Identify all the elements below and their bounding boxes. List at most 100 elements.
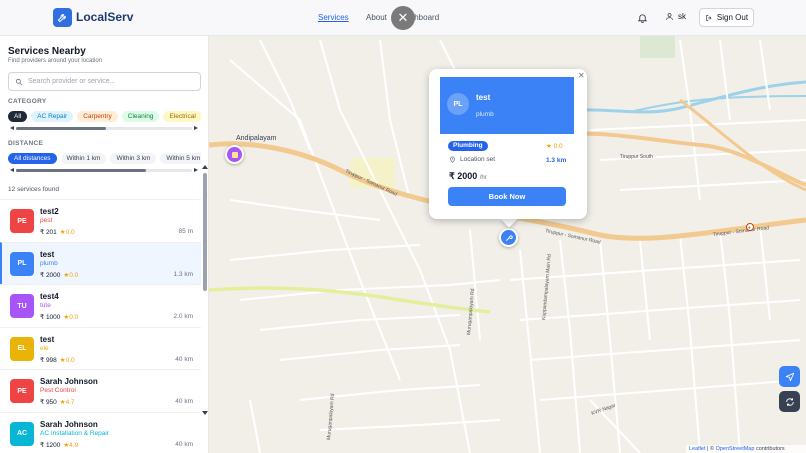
book-icon (231, 151, 238, 158)
service-rating: 0.0 (69, 271, 79, 279)
popup-price: ₹ 2000 (449, 171, 478, 181)
close-overlay-button[interactable]: ✕ (391, 6, 415, 30)
service-price-row: ₹ 1200 ★4.9 (40, 441, 78, 449)
leaflet-link[interactable]: Leaflet (689, 446, 706, 452)
svg-text:Kuppandampalayam Main Rd: Kuppandampalayam Main Rd (541, 254, 553, 320)
category-chip-all[interactable]: All (8, 111, 28, 122)
distance-chip-3km[interactable]: Within 3 km (110, 153, 157, 164)
locate-me-button[interactable] (779, 366, 800, 387)
avatar: PE (10, 379, 34, 403)
popup-location-text: Location set (460, 156, 496, 163)
nav-services[interactable]: Services (318, 13, 349, 22)
distance-chip-5km[interactable]: Within 5 km (160, 153, 201, 164)
map-marker-plumbing[interactable] (499, 228, 518, 247)
service-distance: 85 m (178, 228, 193, 235)
service-category: tute (40, 302, 51, 309)
sidebar-title: Services Nearby (8, 46, 86, 57)
service-name: test (40, 249, 55, 259)
logout-icon (706, 14, 712, 21)
search-placeholder: Search provider or service... (28, 78, 116, 85)
category-chip-cleaning[interactable]: Cleaning (121, 111, 160, 122)
map-pin-icon (450, 156, 455, 163)
services-sidebar: Services Nearby Find providers around yo… (0, 36, 209, 453)
service-price: ₹ 998 (40, 356, 57, 364)
bell-icon[interactable] (637, 11, 648, 29)
list-item[interactable]: AC Sarah Johnson AC Installation & Repai… (0, 411, 201, 453)
attribution-separator: | © (705, 446, 716, 452)
service-category: AC Installation & Repair (40, 429, 110, 437)
map-attribution: Leaflet | © OpenStreetMap contributors (686, 445, 806, 453)
brand-name[interactable]: LocalServ (76, 10, 133, 24)
map-marker-tutor[interactable] (225, 145, 244, 164)
attribution-contributors: contributors (754, 446, 785, 452)
list-item[interactable]: EL test ele ₹ 998 ★0.0 40 km (0, 326, 201, 370)
category-chip-carpentry[interactable]: Carpentry (77, 111, 118, 122)
avatar: EL (10, 336, 34, 361)
refresh-button[interactable] (779, 391, 800, 412)
osm-link[interactable]: OpenStreetMap (716, 446, 755, 452)
category-chips: All AC Repair Carpentry Cleaning Electri… (8, 111, 201, 122)
user-name: sk (678, 12, 686, 21)
list-item[interactable]: PE Sarah Johnson Pest Control ₹ 950 ★4.7 … (0, 369, 201, 412)
category-chip-ac-repair[interactable]: AC Repair (31, 111, 74, 122)
service-rating: 4.9 (69, 441, 79, 449)
avatar: TU (10, 294, 34, 318)
service-name: test4 (40, 292, 59, 301)
distance-chips: All distances Within 1 km Within 3 km Wi… (8, 153, 201, 164)
distance-chip-all[interactable]: All distances (8, 153, 57, 164)
service-category: ele (40, 344, 49, 352)
service-price: ₹ 2000 (40, 271, 61, 279)
avatar: PE (10, 209, 34, 233)
popup-location: Location set (449, 156, 495, 163)
popup-price-row: ₹ 2000 /hr (449, 171, 487, 182)
svg-text:+: + (748, 226, 752, 232)
service-rating: 0.0 (69, 314, 79, 321)
service-list: PE test2 pest ₹ 201 ★0.0 85 m PL test plu… (0, 199, 201, 453)
list-item[interactable]: PL test plumb ₹ 2000 ★0.0 1.3 km (0, 241, 201, 284)
category-scrollbar[interactable] (10, 126, 198, 131)
wrench-logo-icon (53, 8, 72, 27)
wrench-icon (505, 234, 513, 241)
service-distance: 2.0 km (173, 313, 193, 320)
user-icon (666, 13, 673, 20)
service-name: Sarah Johnson (40, 377, 98, 386)
category-label: CATEGORY (8, 98, 47, 105)
service-distance: 40 km (175, 355, 193, 363)
distance-scrollbar[interactable] (10, 168, 198, 173)
popup-category: plumb (476, 111, 494, 118)
book-now-button[interactable]: Book Now (448, 187, 566, 206)
popup-rating: 0.0 (553, 143, 563, 150)
popup-close-icon[interactable]: ✕ (578, 71, 585, 80)
service-price-row: ₹ 950 ★4.7 (40, 398, 75, 406)
nav-about[interactable]: About (366, 13, 387, 22)
sign-out-button[interactable]: Sign Out (699, 8, 754, 27)
service-rating: 0.0 (65, 356, 75, 364)
svg-text:Tiruppur South: Tiruppur South (620, 154, 653, 160)
distance-chip-1km[interactable]: Within 1 km (60, 153, 107, 164)
category-chip-electrical[interactable]: Electrical (163, 111, 201, 122)
svg-text:Muruganpalayam Rd: Muruganpalayam Rd (326, 393, 336, 440)
list-item[interactable]: PE test2 pest ₹ 201 ★0.0 85 m (0, 199, 201, 242)
place-label: Andipalayam (236, 135, 277, 142)
search-icon (15, 78, 23, 85)
service-rating: 4.7 (65, 399, 75, 406)
service-price-row: ₹ 998 ★0.0 (40, 356, 75, 364)
user-menu[interactable]: sk (665, 12, 686, 21)
popup-name: test (476, 93, 491, 102)
list-item[interactable]: TU test4 tute ₹ 1000 ★0.0 2.0 km (0, 284, 201, 327)
service-price: ₹ 1000 (40, 314, 61, 321)
service-list-scrollbar[interactable] (202, 163, 208, 417)
service-category: plumb (40, 259, 58, 267)
popup-rating-row: ★ 0.0 (546, 142, 563, 150)
top-header: LocalServ Services About Dashboard ✕ sk … (0, 0, 806, 36)
service-price: ₹ 1200 (40, 441, 61, 449)
star-icon: ★ (546, 143, 552, 150)
results-count: 12 services found (8, 186, 59, 193)
service-distance: 1.3 km (173, 270, 193, 278)
popup-category-badge: Plumbing (448, 141, 488, 151)
search-input[interactable]: Search provider or service... (8, 72, 201, 91)
service-name: test (40, 334, 55, 344)
service-name: test2 (40, 207, 59, 216)
popup-distance: 1.3 km (546, 157, 567, 164)
service-price: ₹ 201 (40, 229, 57, 236)
